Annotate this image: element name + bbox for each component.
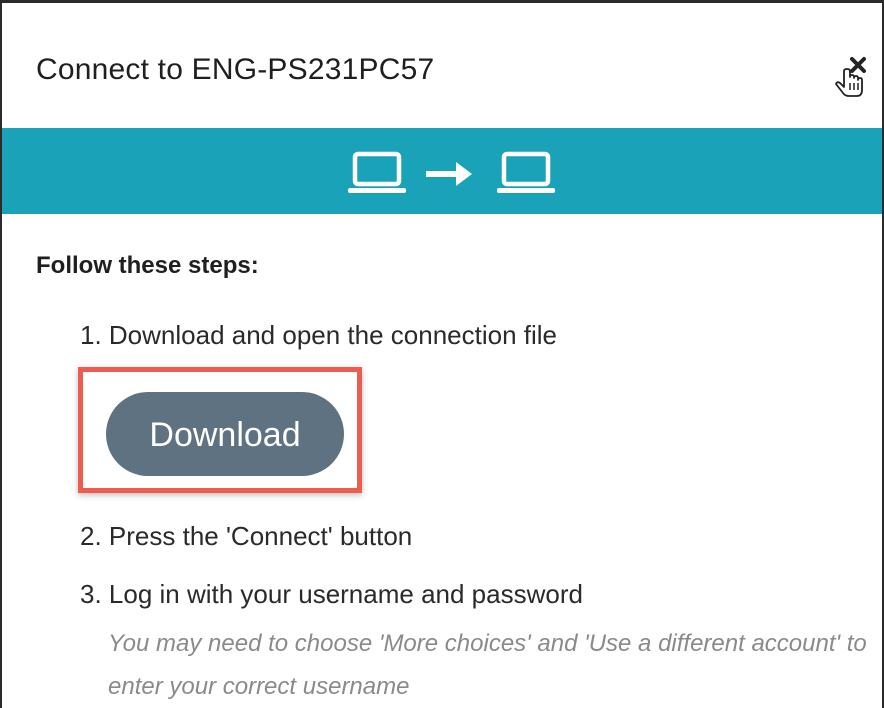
step-login: 3. Log in with your username and passwor… (80, 579, 583, 609)
close-button[interactable] (830, 53, 870, 99)
step-download: 1. Download and open the connection file (80, 320, 558, 350)
close-icon (835, 57, 866, 97)
laptop-icon (497, 151, 555, 193)
arrow-right-icon (426, 162, 472, 186)
dialog-header: Connect to ENG-PS231PC57 (2, 3, 882, 128)
login-hint: You may need to choose 'More choices' an… (108, 630, 867, 700)
steps-heading: Follow these steps: (36, 252, 259, 279)
connection-illustration (348, 151, 555, 193)
download-button[interactable]: Download (106, 392, 344, 476)
connect-dialog: Connect to ENG-PS231PC57 Follow these st… (0, 0, 884, 708)
dialog-title: Connect to ENG-PS231PC57 (36, 53, 435, 86)
step-connect: 2. Press the 'Connect' button (80, 521, 413, 551)
connection-banner (2, 128, 882, 214)
laptop-icon (348, 151, 406, 193)
